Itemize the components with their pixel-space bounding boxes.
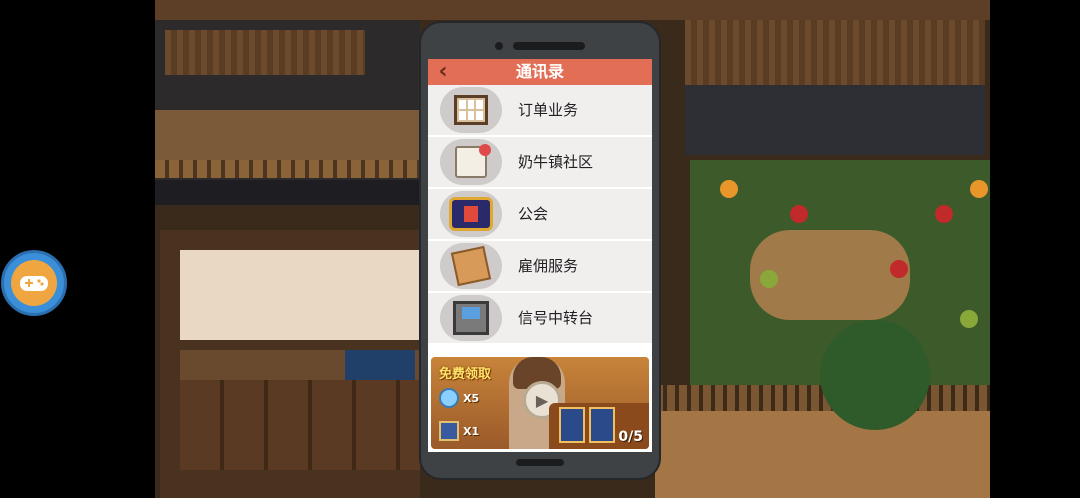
kitchen-room [160,230,420,498]
menu-item-label: 订单业务 [518,101,579,119]
page-title: 通讯录 [515,62,564,81]
balcony-rail [155,160,420,178]
community-letter-icon [455,144,491,178]
icon-badge [440,139,502,185]
rose-icon [935,205,953,223]
menu-item-hire[interactable]: 雇佣服务 [428,241,652,291]
menu-item-guild[interactable]: 公会 [428,189,652,239]
pumpkin-icon [720,180,738,198]
menu-item-orders[interactable]: 订单业务 [428,85,652,135]
free-reward-banner[interactable]: 免费领取 X5 X1 ▶ 0/5 [431,357,649,449]
camera-dot [495,42,503,50]
claim-progress: 0/5 [618,429,643,445]
phone-screen: ‹ 通讯录 订单业务 奶牛镇社区 公会 雇佣服务 信号中转台 免费领取 X5 X… [428,59,652,452]
water-tray [345,350,415,380]
signal-relay-icon [453,301,489,335]
upper-left-building [155,20,420,205]
shadow-wall [155,180,420,205]
reward-character: X1 [439,420,487,442]
kitchen-wall [180,250,420,340]
gamepad-button[interactable] [1,250,67,316]
menu-item-label: 奶牛镇社区 [518,153,594,171]
speaker-slot [513,42,585,50]
contact-list: 订单业务 奶牛镇社区 公会 雇佣服务 信号中转台 [428,85,652,345]
menu-item-relay[interactable]: 信号中转台 [428,293,652,343]
hire-contract-icon [450,245,492,287]
menu-item-label: 公会 [518,205,549,223]
reward-qty: X5 [463,391,480,405]
icon-badge [440,191,502,237]
diamond-icon [439,388,459,408]
garden-back-wall [685,85,985,155]
menu-item-label: 雇佣服务 [518,257,579,275]
home-indicator [516,459,564,466]
christmas-tree-icon [820,320,930,430]
menu-item-community[interactable]: 奶牛镇社区 [428,137,652,187]
rose-icon [890,260,908,278]
guild-emblem-icon [449,197,493,231]
free-claim-label: 免费领取 [439,367,492,382]
bush-icon [760,270,778,288]
reward-qty: X1 [463,424,480,438]
wooden-deck [655,385,990,498]
roof-edge [155,0,990,20]
portrait-icon [589,407,615,443]
pumpkin-icon [970,180,988,198]
bush-icon [960,310,978,328]
phone-device: ‹ 通讯录 订单业务 奶牛镇社区 公会 雇佣服务 信号中转台 免费领取 X5 X… [419,21,661,480]
icon-badge [440,87,502,133]
portrait-icon [559,407,585,443]
garden-roof [685,20,985,85]
order-board-icon [454,95,488,125]
play-icon: ▶ [535,390,549,410]
gamepad-icon [11,260,57,306]
character-card-icon [439,421,459,441]
rose-icon [790,205,808,223]
reward-diamond: X5 [439,387,487,409]
icon-badge [440,243,502,289]
icon-badge [440,295,502,341]
kitchen-cabinets [180,380,420,470]
menu-item-label: 信号中转台 [518,309,594,327]
awning [165,30,365,75]
